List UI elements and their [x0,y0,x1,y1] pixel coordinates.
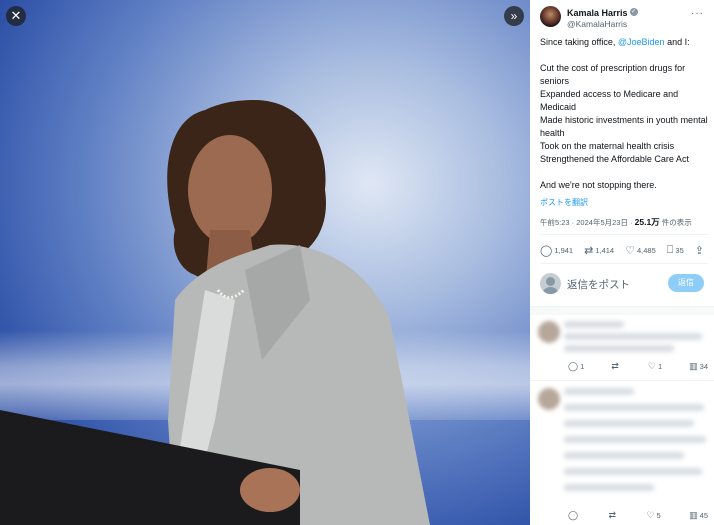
reply-item[interactable]: ◯ 1 ⇄ ♡ 1 ▥ 34 [530,315,714,383]
collapse-panel-icon[interactable]: » [504,6,524,26]
views-button[interactable]: ▥ 34 [689,361,708,372]
views-count: 34 [699,362,708,371]
reply-button[interactable]: ◯ [568,510,580,521]
reply-count: 1,941 [554,246,574,255]
divider [540,263,708,264]
close-icon[interactable]: ✕ [6,6,26,26]
bookmark-button[interactable]: ⎕ 35 [667,244,684,257]
media-viewer: ✕ » [0,0,530,525]
timestamp[interactable]: 午前5:23 · 2024年5月23日 · [540,218,635,227]
blurred-content [564,321,624,328]
avatar [538,321,560,343]
reply-icon: ◯ [568,361,579,371]
bookmark-icon: ⎕ [666,244,674,256]
verified-badge-icon: ✓ [629,7,638,16]
more-options-icon[interactable]: ··· [691,8,704,19]
speaker-photo [0,100,430,525]
blurred-content [564,420,694,427]
mention-link[interactable]: @JoeBiden [618,37,665,47]
like-button[interactable]: ♡ 1 [648,361,662,372]
heart-icon: ♡ [647,361,656,371]
repost-icon: ⇄ [611,361,619,371]
tweet-actions: ◯ 1,941 ⇄ 1,414 ♡ 4,485 ⎕ 35 ⇪ [540,244,706,257]
blurred-content [564,388,634,395]
blurred-content [564,484,654,491]
tweet-intro-prefix: Since taking office, [540,37,618,47]
like-count: 4,485 [637,246,656,255]
repost-count: 1,414 [595,246,615,255]
translate-link[interactable]: ポストを翻訳 [540,197,588,208]
divider [530,380,714,381]
reply-item[interactable]: ◯ ⇄ ♡ 5 ▥ 45 [530,382,714,525]
reply-actions: ◯ 1 ⇄ ♡ 1 ▥ 34 [568,361,708,372]
author-handle[interactable]: @KamalaHarris [567,19,638,30]
views-button[interactable]: ▥ 45 [689,510,708,521]
repost-button[interactable]: ⇄ [609,510,619,521]
author-name[interactable]: Kamala Harris [567,8,628,18]
section-divider [530,306,714,315]
reply-input[interactable]: 返信をポスト [567,277,630,292]
reply-composer: 返信をポスト 返信 [540,273,706,295]
reply-icon: ◯ [568,510,579,520]
divider [540,234,708,235]
views-icon: ▥ [689,510,698,520]
blurred-content [564,452,684,459]
like-count: 1 [657,362,663,371]
repost-icon: ⇄ [608,510,617,520]
like-button[interactable]: ♡ 4,485 [625,244,656,257]
views-icon: ▥ [689,361,698,371]
avatar [538,388,560,410]
tweet-line: Made historic investments in youth menta… [540,115,708,138]
tweet-meta: 午前5:23 · 2024年5月23日 · 25.1万 件の表示 [540,216,692,228]
repost-button[interactable]: ⇄ 1,414 [584,244,614,257]
reply-button[interactable]: ◯ 1 [568,361,584,372]
heart-icon: ♡ [625,245,635,257]
reply-submit-button[interactable]: 返信 [668,274,704,292]
view-count: 25.1万 [634,217,660,227]
view-count-suffix: 件の表示 [659,218,692,227]
like-count: 5 [656,511,661,520]
share-icon: ⇪ [694,245,704,257]
tweet-line: Strengthened the Affordable Care Act [540,154,689,164]
tweet-line: Expanded access to Medicare and Medicaid [540,89,679,112]
bookmark-count: 35 [675,246,684,255]
blurred-content [564,404,704,411]
author-avatar[interactable] [540,6,561,27]
tweet-panel: Kamala Harris ✓ @KamalaHarris ··· Since t… [530,0,714,525]
reply-count: 1 [580,362,585,371]
blurred-content [564,333,702,340]
tweet-intro-suffix: and I: [664,37,690,47]
tweet-line: Cut the cost of prescription drugs for s… [540,63,686,86]
current-user-avatar [540,273,561,294]
share-button[interactable]: ⇪ [695,244,706,257]
reply-icon: ◯ [540,245,553,257]
like-button[interactable]: ♡ 5 [646,510,660,521]
reply-button[interactable]: ◯ 1,941 [540,244,573,257]
author-block: Kamala Harris ✓ @KamalaHarris [540,6,638,30]
reply-actions: ◯ ⇄ ♡ 5 ▥ 45 [568,510,708,521]
tweet-closing: And we're not stopping there. [540,180,657,190]
tweet-line: Took on the maternal health crisis [540,141,675,151]
blurred-content [564,436,706,443]
views-count: 45 [699,511,708,520]
repost-icon: ⇄ [584,245,594,257]
tweet-text: Since taking office, @JoeBiden and I: Cu… [540,36,708,192]
blurred-content [564,468,702,475]
repost-button[interactable]: ⇄ [611,361,621,372]
blurred-content [564,345,674,352]
heart-icon: ♡ [646,510,655,520]
